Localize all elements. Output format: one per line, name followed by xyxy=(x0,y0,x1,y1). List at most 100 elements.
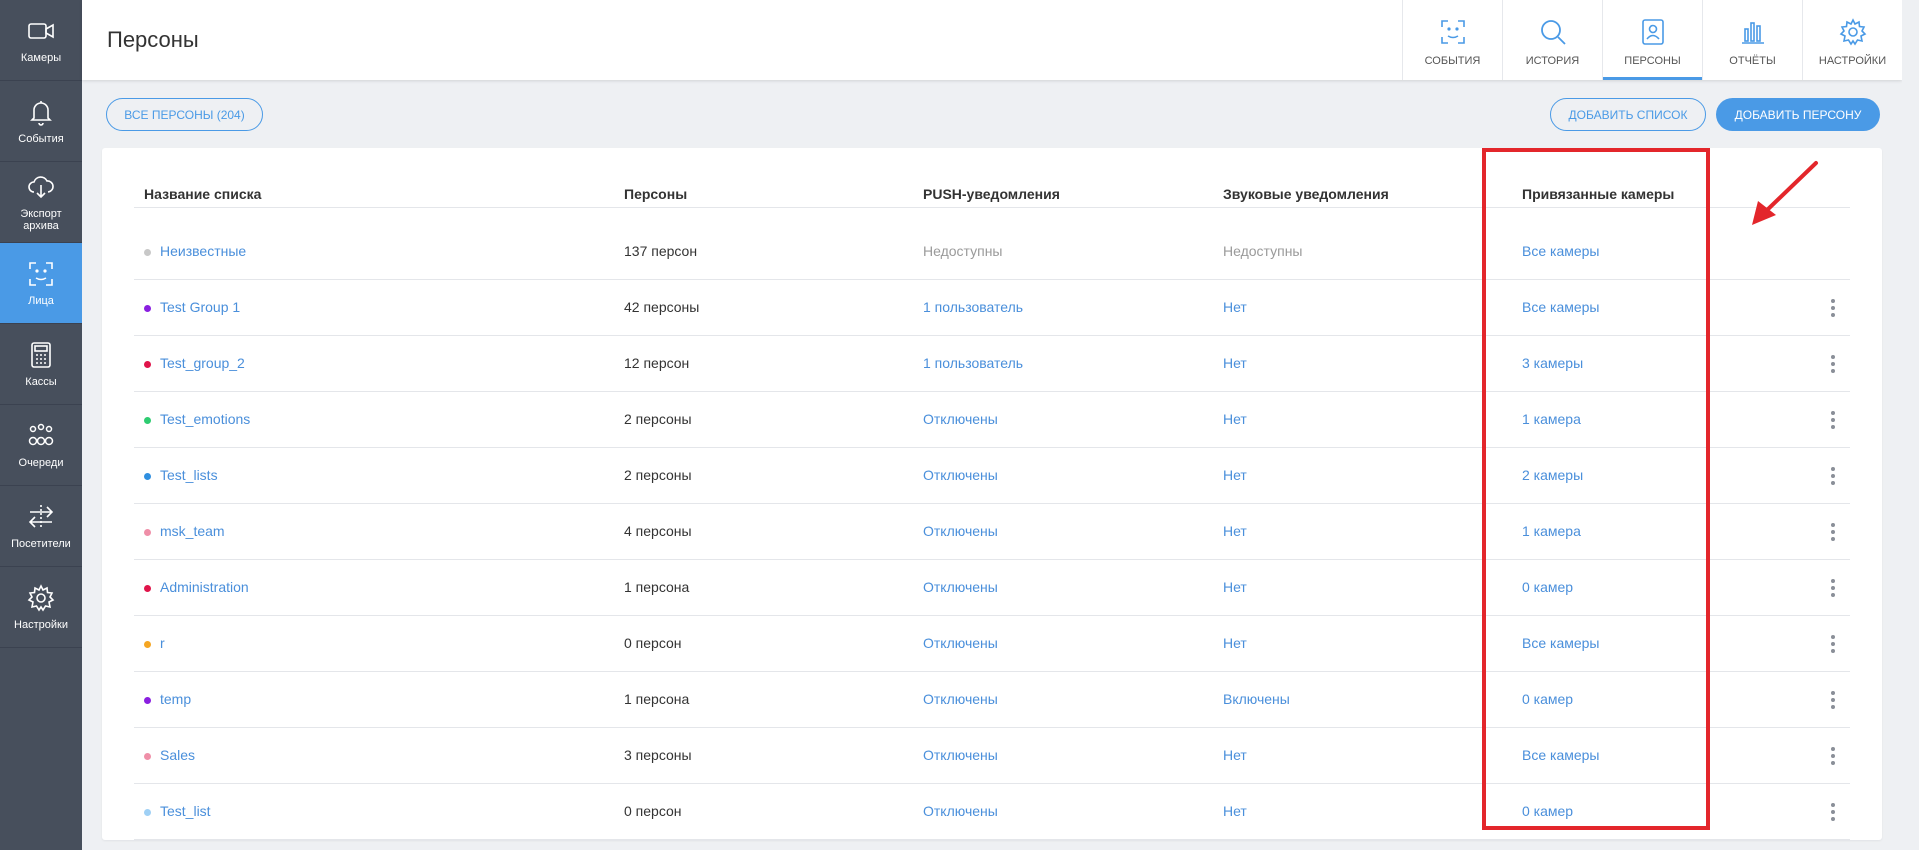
row-menu-icon[interactable] xyxy=(1828,465,1838,487)
tab-reports[interactable]: ОТЧЁТЫ xyxy=(1702,0,1802,80)
sidebar-item-registers[interactable]: Кассы xyxy=(0,324,82,405)
push-notifications[interactable]: Отключены xyxy=(923,691,998,707)
push-notifications[interactable]: 1 пользователь xyxy=(923,355,1023,371)
list-color-dot xyxy=(144,361,151,368)
sidebar-item-label: Очереди xyxy=(18,456,64,469)
list-color-dot xyxy=(144,417,151,424)
bell-icon xyxy=(30,100,52,126)
table-row[interactable]: Administration 1 персона Отключены Нет 0 кам… xyxy=(134,560,1850,616)
list-name-link[interactable]: Test_group_2 xyxy=(160,355,245,371)
linked-cameras[interactable]: 0 камер xyxy=(1522,691,1573,707)
linked-cameras[interactable]: 1 камера xyxy=(1522,411,1581,427)
row-menu-icon[interactable] xyxy=(1828,633,1838,655)
sound-notifications[interactable]: Нет xyxy=(1223,299,1247,315)
list-name-link[interactable]: Administration xyxy=(160,579,249,595)
row-menu-icon[interactable] xyxy=(1828,521,1838,543)
list-name-link[interactable]: Test_lists xyxy=(160,467,218,483)
scrollbar-track[interactable] xyxy=(1902,0,1919,850)
row-menu-icon[interactable] xyxy=(1828,689,1838,711)
sidebar-item-cameras[interactable]: Камеры xyxy=(0,0,82,81)
push-notifications[interactable]: 1 пользователь xyxy=(923,299,1023,315)
linked-cameras[interactable]: Все камеры xyxy=(1522,635,1600,651)
sidebar-item-settings[interactable]: Настройки xyxy=(0,567,82,648)
sound-notifications[interactable]: Нет xyxy=(1223,747,1247,763)
push-notifications[interactable]: Отключены xyxy=(923,635,998,651)
row-menu-icon[interactable] xyxy=(1828,297,1838,319)
tab-label: ОТЧЁТЫ xyxy=(1729,55,1776,67)
row-menu-icon[interactable] xyxy=(1828,353,1838,375)
list-color-dot xyxy=(144,697,151,704)
list-name-link[interactable]: msk_team xyxy=(160,523,225,539)
sidebar-item-queues[interactable]: Очереди xyxy=(0,405,82,486)
visitors-arrows-icon xyxy=(28,504,54,529)
push-notifications[interactable]: Отключены xyxy=(923,523,998,539)
gear-icon xyxy=(1839,18,1866,46)
table-row[interactable]: temp 1 персона Отключены Включены 0 камер xyxy=(134,672,1850,728)
sidebar-item-label: Кассы xyxy=(25,375,57,388)
face-scan-icon xyxy=(29,262,53,286)
sound-notifications[interactable]: Нет xyxy=(1223,355,1247,371)
table-row[interactable]: Test_list 0 персон Отключены Нет 0 камер xyxy=(134,784,1850,840)
sound-notifications[interactable]: Нет xyxy=(1223,579,1247,595)
sound-notifications[interactable]: Нет xyxy=(1223,411,1247,427)
tab-history[interactable]: ИСТОРИЯ xyxy=(1502,0,1602,80)
push-notifications: Недоступны xyxy=(923,243,1003,259)
sound-notifications[interactable]: Нет xyxy=(1223,467,1247,483)
sidebar-item-faces[interactable]: Лица xyxy=(0,243,82,324)
row-menu-icon[interactable] xyxy=(1828,577,1838,599)
list-name-link[interactable]: r xyxy=(160,635,165,651)
list-name-link[interactable]: Sales xyxy=(160,747,195,763)
linked-cameras[interactable]: 3 камеры xyxy=(1522,355,1583,371)
linked-cameras[interactable]: Все камеры xyxy=(1522,747,1600,763)
list-name-link[interactable]: Test Group 1 xyxy=(160,299,240,315)
push-notifications[interactable]: Отключены xyxy=(923,747,998,763)
table-row[interactable]: Test_emotions 2 персоны Отключены Нет 1 каме… xyxy=(134,392,1850,448)
persons-count: 4 персоны xyxy=(624,523,692,539)
list-color-dot xyxy=(144,585,151,592)
tab-events[interactable]: СОБЫТИЯ xyxy=(1402,0,1502,80)
sound-notifications[interactable]: Включены xyxy=(1223,691,1290,707)
table-row[interactable]: r 0 персон Отключены Нет Все камеры xyxy=(134,616,1850,672)
sidebar-item-events[interactable]: События xyxy=(0,81,82,162)
search-icon xyxy=(1540,20,1566,45)
list-color-dot xyxy=(144,809,151,816)
tab-persons[interactable]: ПЕРСОНЫ xyxy=(1602,0,1702,80)
add-person-button[interactable]: ДОБАВИТЬ ПЕРСОНУ xyxy=(1716,98,1880,131)
sound-notifications[interactable]: Нет xyxy=(1223,523,1247,539)
push-notifications[interactable]: Отключены xyxy=(923,467,998,483)
list-name-link[interactable]: temp xyxy=(160,691,191,707)
row-menu-icon[interactable] xyxy=(1828,745,1838,767)
list-name-link[interactable]: Test_emotions xyxy=(160,411,250,427)
table-row[interactable]: Test Group 1 42 персоны 1 пользователь Нет В… xyxy=(134,280,1850,336)
sidebar-item-archive-export[interactable]: Экспорт архива xyxy=(0,162,82,243)
list-color-dot xyxy=(144,249,151,256)
sound-notifications: Недоступны xyxy=(1223,243,1303,259)
all-persons-button[interactable]: ВСЕ ПЕРСОНЫ (204) xyxy=(106,98,263,131)
table-row[interactable]: Неизвестные 137 персон Недоступны Недоступн… xyxy=(134,224,1850,280)
table-row[interactable]: Sales 3 персоны Отключены Нет Все камеры xyxy=(134,728,1850,784)
sidebar-item-label: Экспорт архива xyxy=(20,207,62,232)
table-row[interactable]: Test_lists 2 персоны Отключены Нет 2 камеры xyxy=(134,448,1850,504)
sound-notifications[interactable]: Нет xyxy=(1223,803,1247,819)
add-list-button[interactable]: ДОБАВИТЬ СПИСОК xyxy=(1550,98,1706,131)
table-row[interactable]: Test_group_2 12 персон 1 пользователь Нет 3 … xyxy=(134,336,1850,392)
tab-settings[interactable]: НАСТРОЙКИ xyxy=(1802,0,1902,80)
linked-cameras[interactable]: 0 камер xyxy=(1522,579,1573,595)
push-notifications[interactable]: Отключены xyxy=(923,803,998,819)
table-row[interactable]: msk_team 4 персоны Отключены Нет 1 камера xyxy=(134,504,1850,560)
sound-notifications[interactable]: Нет xyxy=(1223,635,1247,651)
push-notifications[interactable]: Отключены xyxy=(923,411,998,427)
linked-cameras[interactable]: 1 камера xyxy=(1522,523,1581,539)
row-menu-icon[interactable] xyxy=(1828,409,1838,431)
linked-cameras[interactable]: Все камеры xyxy=(1522,299,1600,315)
cash-register-icon xyxy=(31,342,51,368)
sidebar-item-label: Камеры xyxy=(20,51,62,64)
push-notifications[interactable]: Отключены xyxy=(923,579,998,595)
linked-cameras[interactable]: 0 камер xyxy=(1522,803,1573,819)
list-name-link[interactable]: Test_list xyxy=(160,803,211,819)
linked-cameras[interactable]: Все камеры xyxy=(1522,243,1600,259)
sidebar-item-visitors[interactable]: Посетители xyxy=(0,486,82,567)
list-name-link[interactable]: Неизвестные xyxy=(160,243,246,259)
linked-cameras[interactable]: 2 камеры xyxy=(1522,467,1583,483)
row-menu-icon[interactable] xyxy=(1828,801,1838,823)
